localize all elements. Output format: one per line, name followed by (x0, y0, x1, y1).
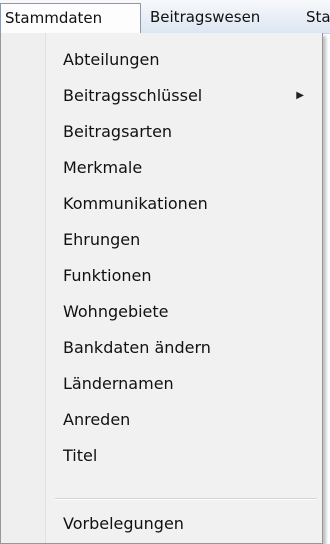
menu-stammdaten[interactable]: Stammdaten (0, 3, 141, 34)
menu-item-laendernamen[interactable]: Ländernamen (2, 367, 322, 401)
menu-bar: Stammdaten Beitragswesen Sta (0, 0, 330, 34)
menu-item-beitragsarten[interactable]: Beitragsarten (2, 115, 322, 149)
menu-item-label: Ehrungen (63, 230, 141, 249)
menu-item-label: Titel (63, 446, 98, 465)
menu-item-vorbelegungen[interactable]: Vorbelegungen (2, 507, 322, 541)
menu-item-funktionen[interactable]: Funktionen (2, 259, 322, 293)
menu-item-beitragsschluessel[interactable]: Beitragsschlüssel ▶ (2, 79, 322, 113)
menu-item-anreden[interactable]: Anreden (2, 403, 322, 437)
menu-item-label: Kommunikationen (63, 194, 208, 213)
menu-item-titel[interactable]: Titel (2, 439, 322, 473)
menu-item-label: Funktionen (63, 266, 152, 285)
background-strip (323, 34, 330, 544)
menu-item-ehrungen[interactable]: Ehrungen (2, 223, 322, 257)
menu-separator (55, 498, 317, 500)
menu-item-abteilungen[interactable]: Abteilungen (2, 43, 322, 77)
menu-item-label: Ländernamen (63, 374, 174, 393)
menu-item-kommunikationen[interactable]: Kommunikationen (2, 187, 322, 221)
menu-item-label: Bankdaten ändern (63, 338, 211, 357)
menu-item-label: Abteilungen (63, 50, 160, 69)
menu-item-wohngebiete[interactable]: Wohngebiete (2, 295, 322, 329)
menu-sta[interactable]: Sta (306, 4, 330, 30)
menu-item-label: Wohngebiete (63, 302, 169, 321)
menu-item-label: Beitragsarten (63, 122, 173, 141)
menu-item-merkmale[interactable]: Merkmale (2, 151, 322, 185)
menu-item-label: Beitragsschlüssel (63, 86, 203, 105)
menu-item-bankdaten-aendern[interactable]: Bankdaten ändern (2, 331, 322, 365)
menu-item-label: Anreden (63, 410, 131, 429)
stammdaten-dropdown-menu: Abteilungen Beitragsschlüssel ▶ Beitrags… (0, 33, 323, 544)
submenu-arrow-icon: ▶ (296, 90, 304, 101)
menu-beitragswesen[interactable]: Beitragswesen (150, 4, 260, 30)
menu-item-label: Merkmale (63, 158, 143, 177)
menu-item-label: Vorbelegungen (63, 514, 184, 533)
